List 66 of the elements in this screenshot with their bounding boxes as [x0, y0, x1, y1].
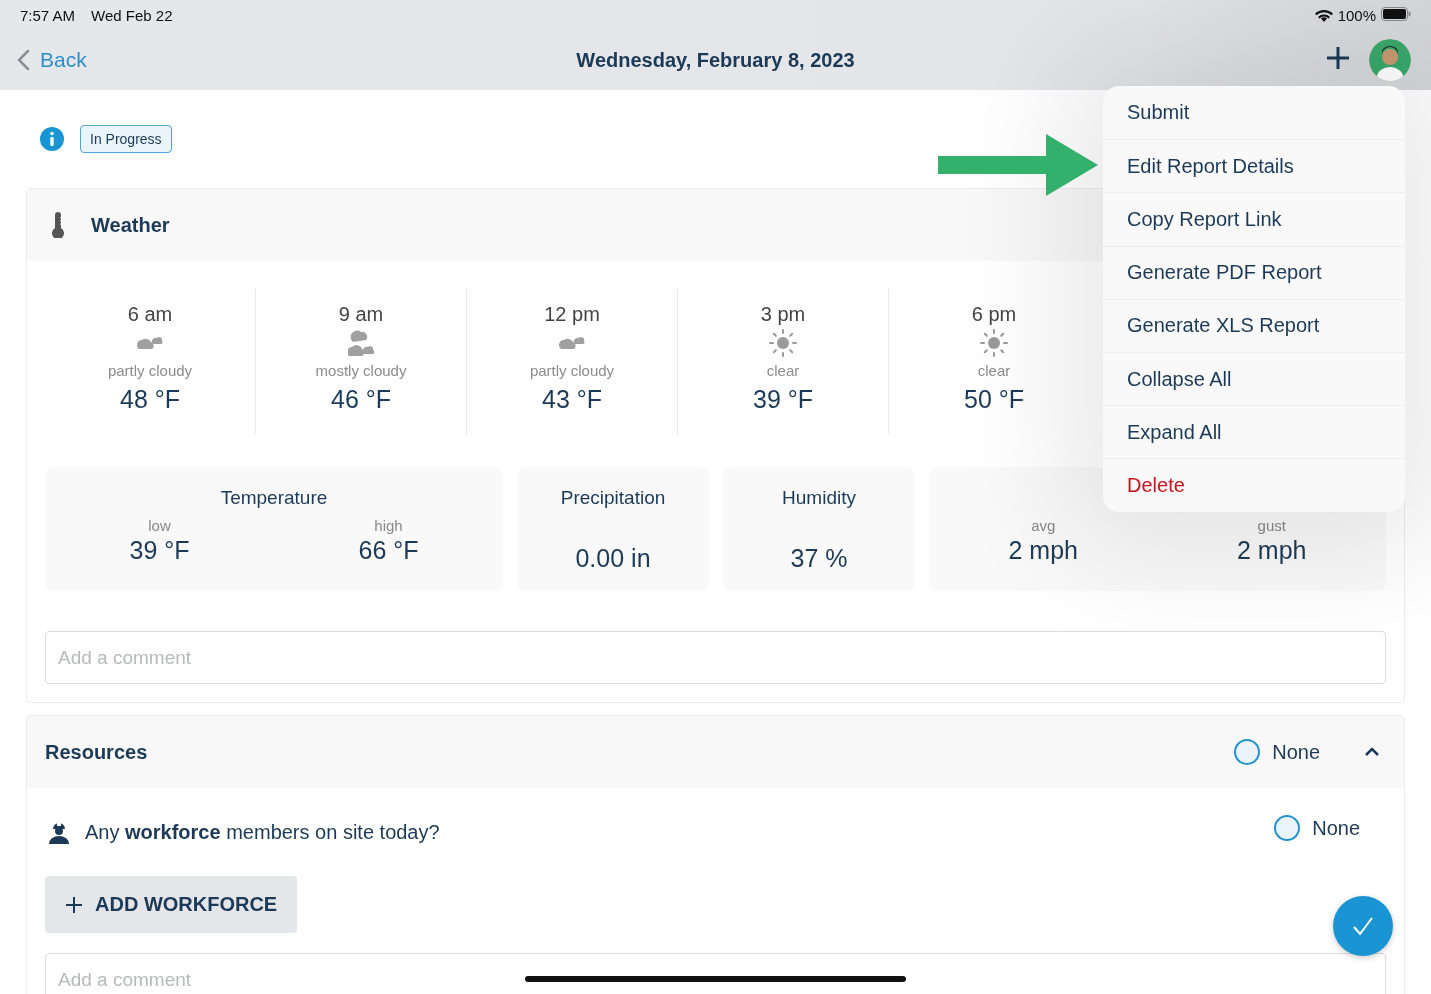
menu-item[interactable]: Copy Report Link: [1103, 192, 1405, 246]
temperature: 50 °F: [964, 385, 1024, 414]
battery-icon: [1381, 6, 1411, 21]
status-badge: In Progress: [80, 125, 172, 153]
clouds-icon: [348, 329, 374, 357]
radio-button[interactable]: [1274, 815, 1301, 841]
info-icon[interactable]: [40, 127, 64, 151]
section-title: Resources: [45, 740, 149, 764]
thermometer-icon: [51, 212, 65, 238]
stat-label: low: [148, 517, 171, 534]
stat-value: 37 %: [790, 544, 848, 573]
wifi-icon: [1314, 8, 1333, 22]
avatar[interactable]: [1369, 39, 1411, 81]
check-icon: [1352, 916, 1374, 936]
menu-item[interactable]: Generate XLS Report: [1103, 298, 1405, 352]
weather-condition: clear: [977, 362, 1011, 379]
weather-condition: partly cloudy: [529, 362, 615, 379]
cloud-icon: [559, 336, 585, 350]
worker-icon: [47, 820, 71, 844]
temperature: 46 °F: [331, 385, 391, 414]
menu-item[interactable]: Generate PDF Report: [1103, 245, 1405, 299]
stat-value: 66 °F: [358, 536, 419, 565]
menu-item[interactable]: Delete: [1103, 458, 1405, 512]
stat-title: Humidity: [782, 487, 856, 508]
hour-label: 3 pm: [760, 303, 806, 326]
weather-condition: partly cloudy: [107, 362, 193, 379]
menu-item[interactable]: Submit: [1103, 86, 1405, 140]
hour-label: 9 am: [338, 303, 384, 326]
cloud-icon: [137, 336, 163, 350]
stat-label: avg: [1031, 517, 1056, 534]
stat-value: 2 mph: [1008, 536, 1078, 565]
menu-item[interactable]: Collapse All: [1103, 351, 1405, 406]
temperature: 48 °F: [120, 385, 180, 414]
menu-item[interactable]: Edit Report Details: [1103, 139, 1405, 193]
stat-label: gust: [1257, 517, 1286, 534]
sun-icon: [980, 329, 1008, 357]
hour-label: 12 pm: [544, 303, 600, 326]
hour-label: 6 am: [127, 303, 173, 326]
comment-field[interactable]: Add a comment: [45, 953, 1386, 994]
weather-condition: clear: [766, 362, 800, 379]
page-title: Wednesday, February 8, 2023: [576, 48, 855, 72]
date: Wed Feb 22: [91, 6, 173, 24]
radio-button[interactable]: [1234, 739, 1261, 765]
stat-title: Precipitation: [560, 487, 666, 508]
stat-value: 2 mph: [1237, 536, 1307, 565]
hour-label: 6 pm: [971, 303, 1017, 326]
stat-label: high: [374, 517, 403, 534]
temperature: 43 °F: [542, 385, 602, 414]
chevron-left-icon: [16, 49, 30, 71]
question-text: Any workforce members on site today?: [85, 820, 441, 844]
weather-condition: mostly cloudy: [315, 362, 407, 379]
add-workforce-button[interactable]: ADD WORKFORCE: [45, 876, 298, 933]
radio-label: None: [1312, 816, 1360, 840]
stat-value: 0.00 in: [575, 544, 651, 573]
battery-level: 100%: [1337, 6, 1376, 24]
comment-field[interactable]: Add a comment: [45, 631, 1386, 684]
radio-label: None: [1272, 740, 1320, 764]
clock: 7:57 AM: [20, 6, 76, 24]
stat-value: 39 °F: [129, 536, 190, 565]
menu-item[interactable]: Expand All: [1103, 405, 1405, 459]
temperature: 39 °F: [753, 385, 813, 414]
chevron-up-icon[interactable]: [1364, 747, 1380, 757]
section-title: Weather: [91, 213, 170, 237]
sun-icon: [769, 329, 797, 357]
plus-icon: [65, 895, 83, 914]
stat-title: Temperature: [220, 487, 328, 508]
